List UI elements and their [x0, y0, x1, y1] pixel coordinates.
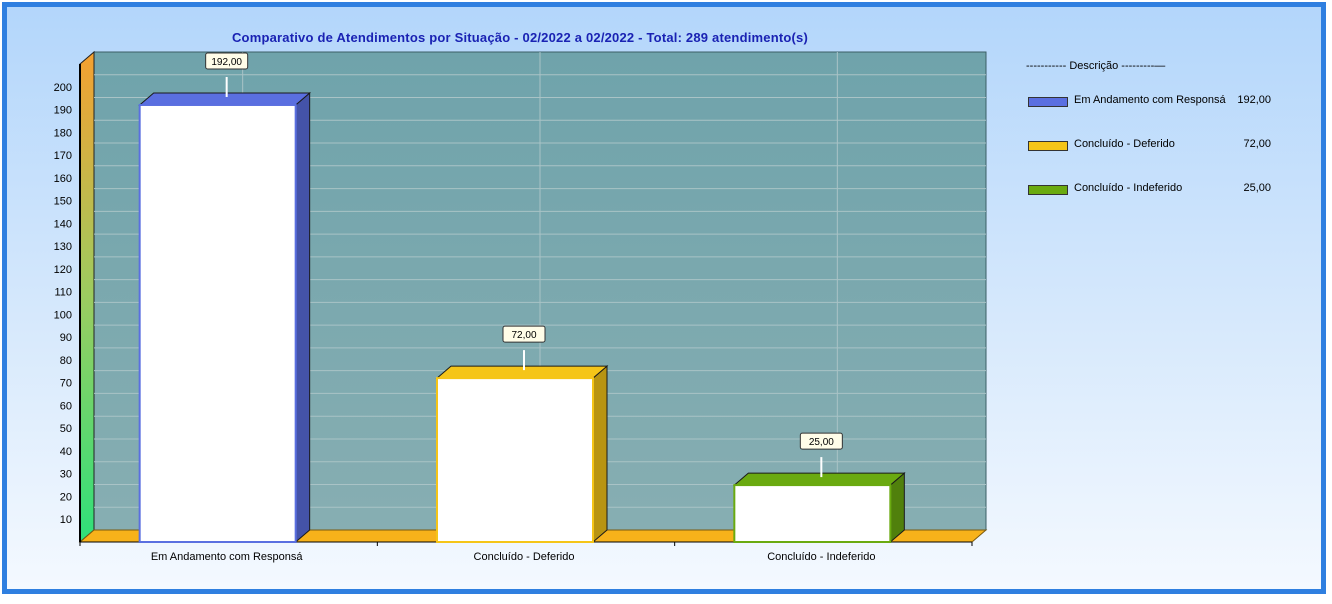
y-tick-label: 140	[54, 218, 72, 230]
bar-top	[138, 92, 312, 106]
bar-chart: 10 20 30 40 50 60 70 80 90 100 110 120 130 140 150 160 1…	[54, 50, 988, 563]
y-tick-label: 200	[54, 82, 72, 94]
bar	[138, 103, 297, 543]
y-tick-label: 60	[60, 400, 72, 412]
y-tick-label: 90	[60, 332, 72, 344]
y-tick-label: 160	[54, 173, 72, 185]
y-tick-label: 130	[54, 241, 72, 253]
y-tick-label: 100	[54, 309, 72, 321]
y-tick-label: 10	[60, 514, 72, 526]
data-label: 72,00	[511, 330, 536, 341]
y-tick-label: 180	[54, 127, 72, 139]
x-tick-label: Concluído - Deferido	[474, 551, 575, 563]
data-label: 25,00	[809, 437, 834, 448]
legend-swatch	[1028, 185, 1068, 195]
legend-swatch	[1028, 97, 1068, 107]
y-tick-label: 170	[54, 150, 72, 162]
y-tick-label: 50	[60, 423, 72, 435]
y-tick-label: 190	[54, 105, 72, 117]
bar-top	[435, 365, 609, 379]
legend-label: Em Andamento com Responsá	[1074, 94, 1226, 106]
y-tick-label: 30	[60, 469, 72, 481]
y-tick-label: 150	[54, 196, 72, 208]
bar-side	[295, 91, 311, 544]
y-tick-label: 70	[60, 378, 72, 390]
legend-value: 72,00	[1243, 138, 1271, 150]
bar-top	[732, 472, 906, 486]
legend-item: Em Andamento com Responsá 192,00	[1028, 94, 1273, 110]
data-label: 192,00	[211, 57, 242, 68]
legend-item: Concluído - Indeferido 25,00	[1028, 182, 1273, 198]
legend-value: 192,00	[1237, 94, 1271, 106]
legend-label: Concluído - Deferido	[1074, 138, 1175, 150]
legend-value: 25,00	[1243, 182, 1271, 194]
side-wall	[79, 50, 95, 544]
y-tick-label: 120	[54, 264, 72, 276]
bar	[733, 484, 892, 544]
y-tick-label: 20	[60, 491, 72, 503]
legend-header: ----------- Descrição ---------—	[1026, 60, 1166, 72]
x-tick-label: Concluído - Indeferido	[767, 551, 875, 563]
bar-side	[592, 365, 608, 544]
bar	[436, 377, 594, 543]
y-tick-label: 110	[54, 287, 72, 299]
x-tick-label: Em Andamento com Responsá	[151, 551, 304, 563]
y-tick-label: 40	[60, 446, 72, 458]
y-tick-label: 80	[60, 355, 72, 367]
legend-label: Concluído - Indeferido	[1074, 182, 1183, 194]
legend-item: Concluído - Deferido 72,00	[1028, 138, 1273, 154]
legend-swatch	[1028, 141, 1068, 151]
